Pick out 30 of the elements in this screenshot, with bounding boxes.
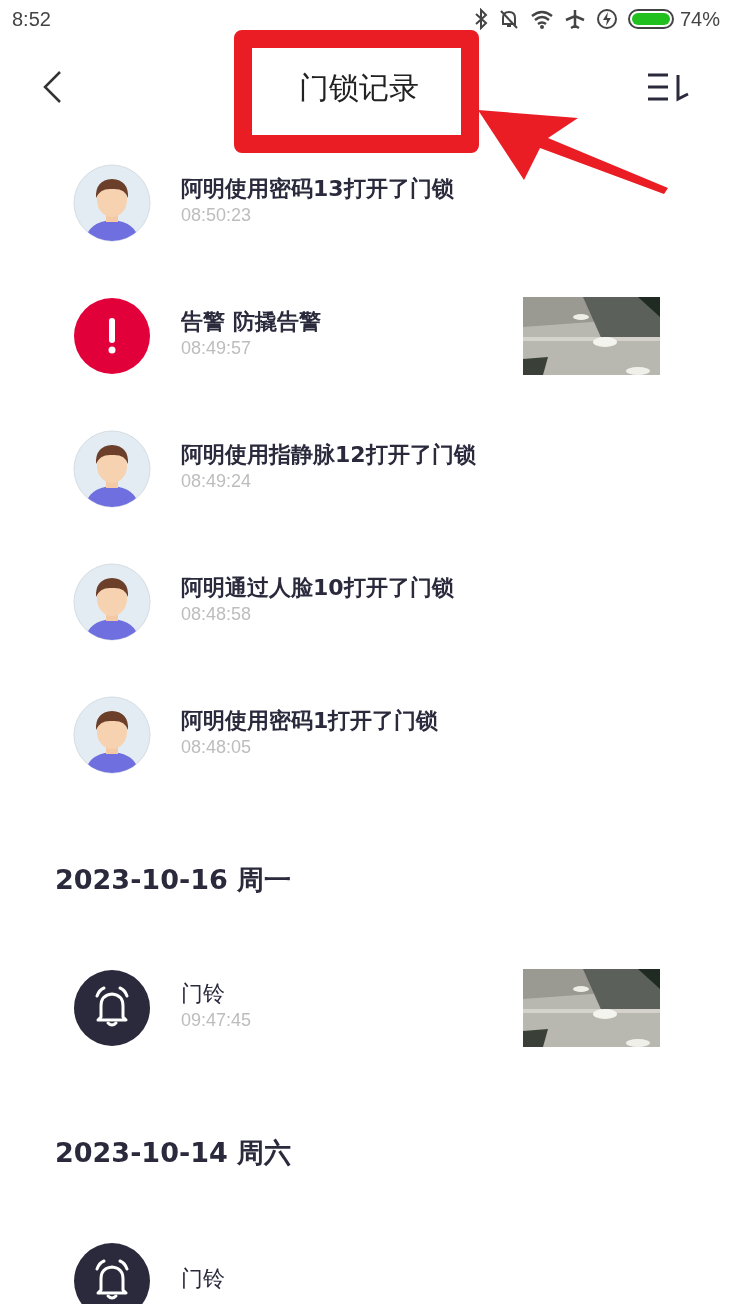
- event-title[interactable]: 告警 防撬告警: [181, 307, 523, 336]
- airplane-icon: [563, 8, 586, 30]
- avatar-icon: [73, 562, 151, 641]
- event-time: 08:48:05: [181, 735, 253, 759]
- battery-percent: 74%: [679, 7, 720, 32]
- event-time: 08:48:58: [181, 602, 253, 626]
- event-time: 08:49:57: [181, 336, 253, 360]
- event-title[interactable]: 阿明使用指静脉12打开了门锁: [181, 440, 660, 469]
- avatar-icon: [73, 429, 151, 508]
- bell-icon: [73, 968, 151, 1047]
- status-time: 8:52: [12, 7, 51, 32]
- page-title: 门锁记录: [298, 68, 419, 107]
- muted-bell-icon: [497, 8, 520, 30]
- event-title[interactable]: 阿明通过人脸10打开了门锁: [181, 573, 660, 602]
- event-time: 09:47:45: [181, 1008, 253, 1032]
- date-header: 2023-10-14 周六: [55, 1138, 293, 1168]
- event-time: 08:49:24: [181, 469, 253, 493]
- event-time: 08:50:23: [181, 203, 253, 227]
- avatar-icon: [73, 695, 151, 774]
- charging-icon: [595, 8, 618, 30]
- avatar-icon: [73, 163, 151, 242]
- event-title[interactable]: 门铃: [181, 979, 523, 1008]
- wifi-icon: [529, 9, 554, 29]
- date-header: 2023-10-16 周一: [55, 865, 293, 895]
- event-title[interactable]: 门铃: [181, 1264, 660, 1293]
- alert-icon: [73, 296, 151, 375]
- battery-icon: [627, 8, 676, 30]
- event-title[interactable]: 阿明使用密码1打开了门锁: [181, 706, 660, 735]
- event-title[interactable]: 阿明使用密码13打开了门锁: [181, 174, 660, 203]
- bluetooth-icon: [473, 8, 488, 30]
